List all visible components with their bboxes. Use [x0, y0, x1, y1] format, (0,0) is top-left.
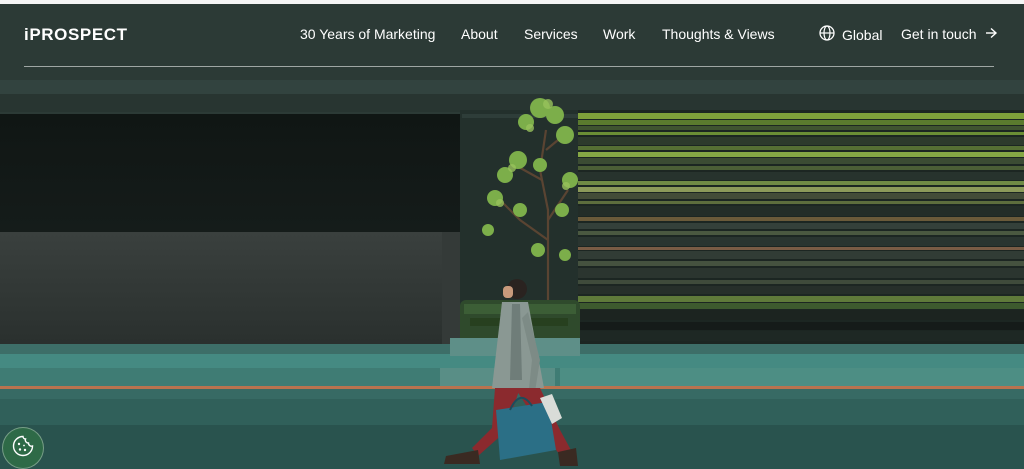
globe-icon: [819, 25, 835, 44]
nav-item-30-years-of-marketing[interactable]: 30 Years of Marketing: [300, 26, 435, 42]
nav-item-services[interactable]: Services: [524, 26, 578, 42]
cookie-icon: [11, 434, 35, 463]
header-divider: [24, 66, 994, 67]
nav-item-work[interactable]: Work: [603, 26, 635, 42]
get-in-touch-label: Get in touch: [901, 26, 977, 42]
get-in-touch-link[interactable]: Get in touch: [901, 26, 998, 42]
global-label: Global: [842, 26, 883, 43]
nav-item-about[interactable]: About: [461, 26, 498, 42]
cookie-settings-button[interactable]: [2, 427, 44, 469]
arrow-right-icon: [985, 26, 998, 42]
nav-item-thoughts-and-views[interactable]: Thoughts & Views: [662, 26, 775, 42]
global-selector[interactable]: Global: [819, 25, 882, 44]
brand-logo[interactable]: iPROSPECT: [24, 25, 128, 45]
site-header: iPROSPECT 30 Years of Marketing About Se…: [0, 0, 1024, 68]
hero-image: [0, 0, 1024, 469]
